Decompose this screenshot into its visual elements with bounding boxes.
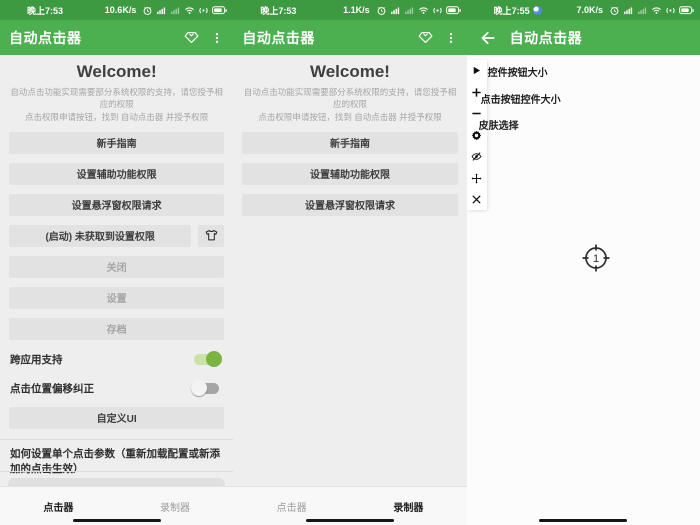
welcome-desc-line2: 点击权限申请按钮，找到 自动点击器 并授予权限 bbox=[8, 111, 225, 123]
screen-floating-controls: 晚上7:55 7.0K/s 自动点击器 控件 bbox=[467, 0, 700, 525]
net-speed: 10.6K/s bbox=[105, 5, 137, 15]
welcome-title: Welcome! bbox=[0, 62, 233, 82]
status-time: 晚上7:55 bbox=[494, 4, 530, 17]
alarm-icon bbox=[609, 5, 620, 16]
net-speed: 7.0K/s bbox=[576, 5, 603, 15]
cell-signal-2-icon bbox=[637, 5, 648, 16]
status-bar-1: 晚上7:53 10.6K/s bbox=[0, 0, 233, 20]
welcome-desc-line1: 自动点击功能实现需要部分系统权限的支持，请您授予相应的权限 bbox=[241, 86, 458, 111]
eye-off-icon[interactable] bbox=[471, 151, 482, 162]
divider bbox=[0, 471, 233, 472]
overlay-permission-button[interactable]: 设置悬浮窗权限请求 bbox=[9, 194, 224, 216]
page-title: 自动点击器 bbox=[9, 28, 82, 48]
custom-ui-button[interactable]: 自定义UI bbox=[9, 407, 224, 429]
alarm-icon bbox=[142, 5, 153, 16]
overlay-permission-button[interactable]: 设置悬浮窗权限请求 bbox=[242, 194, 457, 216]
label-skin-select: 皮肤选择 bbox=[479, 117, 519, 132]
overflow-menu-icon[interactable] bbox=[210, 30, 224, 46]
toggle-thumb bbox=[191, 380, 207, 396]
wifi-icon bbox=[651, 5, 662, 16]
battery-icon bbox=[679, 6, 694, 15]
hotspot-icon bbox=[432, 5, 443, 16]
app-bar-1: 自动点击器 bbox=[0, 20, 233, 55]
tshirt-icon bbox=[204, 228, 219, 243]
page-title: 自动点击器 bbox=[242, 28, 315, 48]
screen-recorder-main: 晚上7:53 1.1K/s 自动点击器 Welcome! 自动点击功能实现需要部… bbox=[233, 0, 466, 525]
click-target-1[interactable] bbox=[574, 236, 618, 280]
toggle-thumb bbox=[206, 351, 222, 367]
clicker-content: Welcome! 自动点击功能实现需要部分系统权限的支持，请您授予相应的权限 点… bbox=[0, 55, 233, 486]
cell-signal-icon bbox=[156, 5, 167, 16]
skin-button[interactable] bbox=[198, 225, 224, 247]
app-bar-2: 自动点击器 bbox=[233, 20, 466, 55]
welcome-description: 自动点击功能实现需要部分系统权限的支持，请您授予相应的权限 点击权限申请按钮，找… bbox=[241, 86, 458, 123]
alarm-icon bbox=[376, 5, 387, 16]
notification-app-icon bbox=[533, 6, 542, 15]
label-click-button-control-size: 点击按钮控件大小 bbox=[481, 91, 561, 106]
gem-icon[interactable] bbox=[183, 29, 200, 46]
hotspot-icon bbox=[665, 5, 676, 16]
overlay-canvas: 控件按钮大小 点击按钮控件大小 皮肤选择 bbox=[467, 55, 700, 525]
faq-title: 如何设置单个点击参数（重新加载配置或新添加的点击生效） bbox=[10, 447, 223, 477]
battery-icon bbox=[212, 6, 227, 15]
welcome-desc-line1: 自动点击功能实现需要部分系统权限的支持，请您授予相应的权限 bbox=[8, 86, 225, 111]
screenshot-strip: 晚上7:53 10.6K/s 自动点击器 Welcome! 自动点击功能实现需要… bbox=[0, 0, 700, 525]
close-icon[interactable] bbox=[471, 194, 482, 205]
cross-app-toggle[interactable] bbox=[194, 354, 219, 365]
net-speed: 1.1K/s bbox=[343, 5, 370, 15]
play-icon[interactable] bbox=[471, 65, 482, 76]
app-bar-3: 自动点击器 bbox=[467, 20, 700, 55]
cell-signal-icon bbox=[623, 5, 634, 16]
click-offset-toggle-row[interactable]: 点击位置偏移纠正 bbox=[10, 380, 223, 398]
guide-button[interactable]: 新手指南 bbox=[242, 132, 457, 154]
bottom-sheet-handle[interactable] bbox=[8, 478, 225, 486]
start-row: (启动) 未获取到设置权限 bbox=[9, 225, 224, 247]
welcome-description: 自动点击功能实现需要部分系统权限的支持，请您授予相应的权限 点击权限申请按钮，找… bbox=[8, 86, 225, 123]
accessibility-permission-button[interactable]: 设置辅助功能权限 bbox=[242, 163, 457, 185]
overflow-menu-icon[interactable] bbox=[444, 30, 458, 46]
close-button[interactable]: 关闭 bbox=[9, 256, 224, 278]
settings-button[interactable]: 设置 bbox=[9, 287, 224, 309]
archive-button[interactable]: 存档 bbox=[9, 318, 224, 340]
status-bar-2: 晚上7:53 1.1K/s bbox=[233, 0, 466, 20]
guide-button[interactable]: 新手指南 bbox=[9, 132, 224, 154]
status-bar-3: 晚上7:55 7.0K/s bbox=[467, 0, 700, 20]
recorder-content: Welcome! 自动点击功能实现需要部分系统权限的支持，请您授予相应的权限 点… bbox=[233, 55, 466, 486]
click-offset-toggle[interactable] bbox=[194, 383, 219, 394]
label-control-button-size: 控件按钮大小 bbox=[488, 64, 548, 79]
cell-signal-2-icon bbox=[170, 5, 181, 16]
page-title: 自动点击器 bbox=[510, 28, 583, 48]
cross-app-toggle-label: 跨应用支持 bbox=[10, 352, 194, 367]
wifi-icon bbox=[184, 5, 195, 16]
back-arrow-icon[interactable] bbox=[478, 29, 496, 47]
cell-signal-icon bbox=[390, 5, 401, 16]
home-indicator[interactable] bbox=[306, 519, 394, 522]
welcome-desc-line2: 点击权限申请按钮，找到 自动点击器 并授予权限 bbox=[241, 111, 458, 123]
battery-icon bbox=[446, 6, 461, 15]
floating-control-strip bbox=[467, 60, 487, 210]
status-time: 晚上7:53 bbox=[260, 4, 296, 17]
wifi-icon bbox=[418, 5, 429, 16]
gem-icon[interactable] bbox=[417, 29, 434, 46]
hotspot-icon bbox=[198, 5, 209, 16]
cross-app-toggle-row[interactable]: 跨应用支持 bbox=[10, 351, 223, 369]
cell-signal-2-icon bbox=[404, 5, 415, 16]
screen-clicker-main: 晚上7:53 10.6K/s 自动点击器 Welcome! 自动点击功能实现需要… bbox=[0, 0, 233, 525]
accessibility-permission-button[interactable]: 设置辅助功能权限 bbox=[9, 163, 224, 185]
home-indicator[interactable] bbox=[73, 519, 161, 522]
move-icon[interactable] bbox=[471, 173, 482, 184]
start-button[interactable]: (启动) 未获取到设置权限 bbox=[9, 225, 191, 247]
click-offset-toggle-label: 点击位置偏移纠正 bbox=[10, 381, 194, 396]
status-time: 晚上7:53 bbox=[27, 4, 63, 17]
welcome-title: Welcome! bbox=[233, 62, 466, 82]
home-indicator[interactable] bbox=[539, 519, 627, 522]
